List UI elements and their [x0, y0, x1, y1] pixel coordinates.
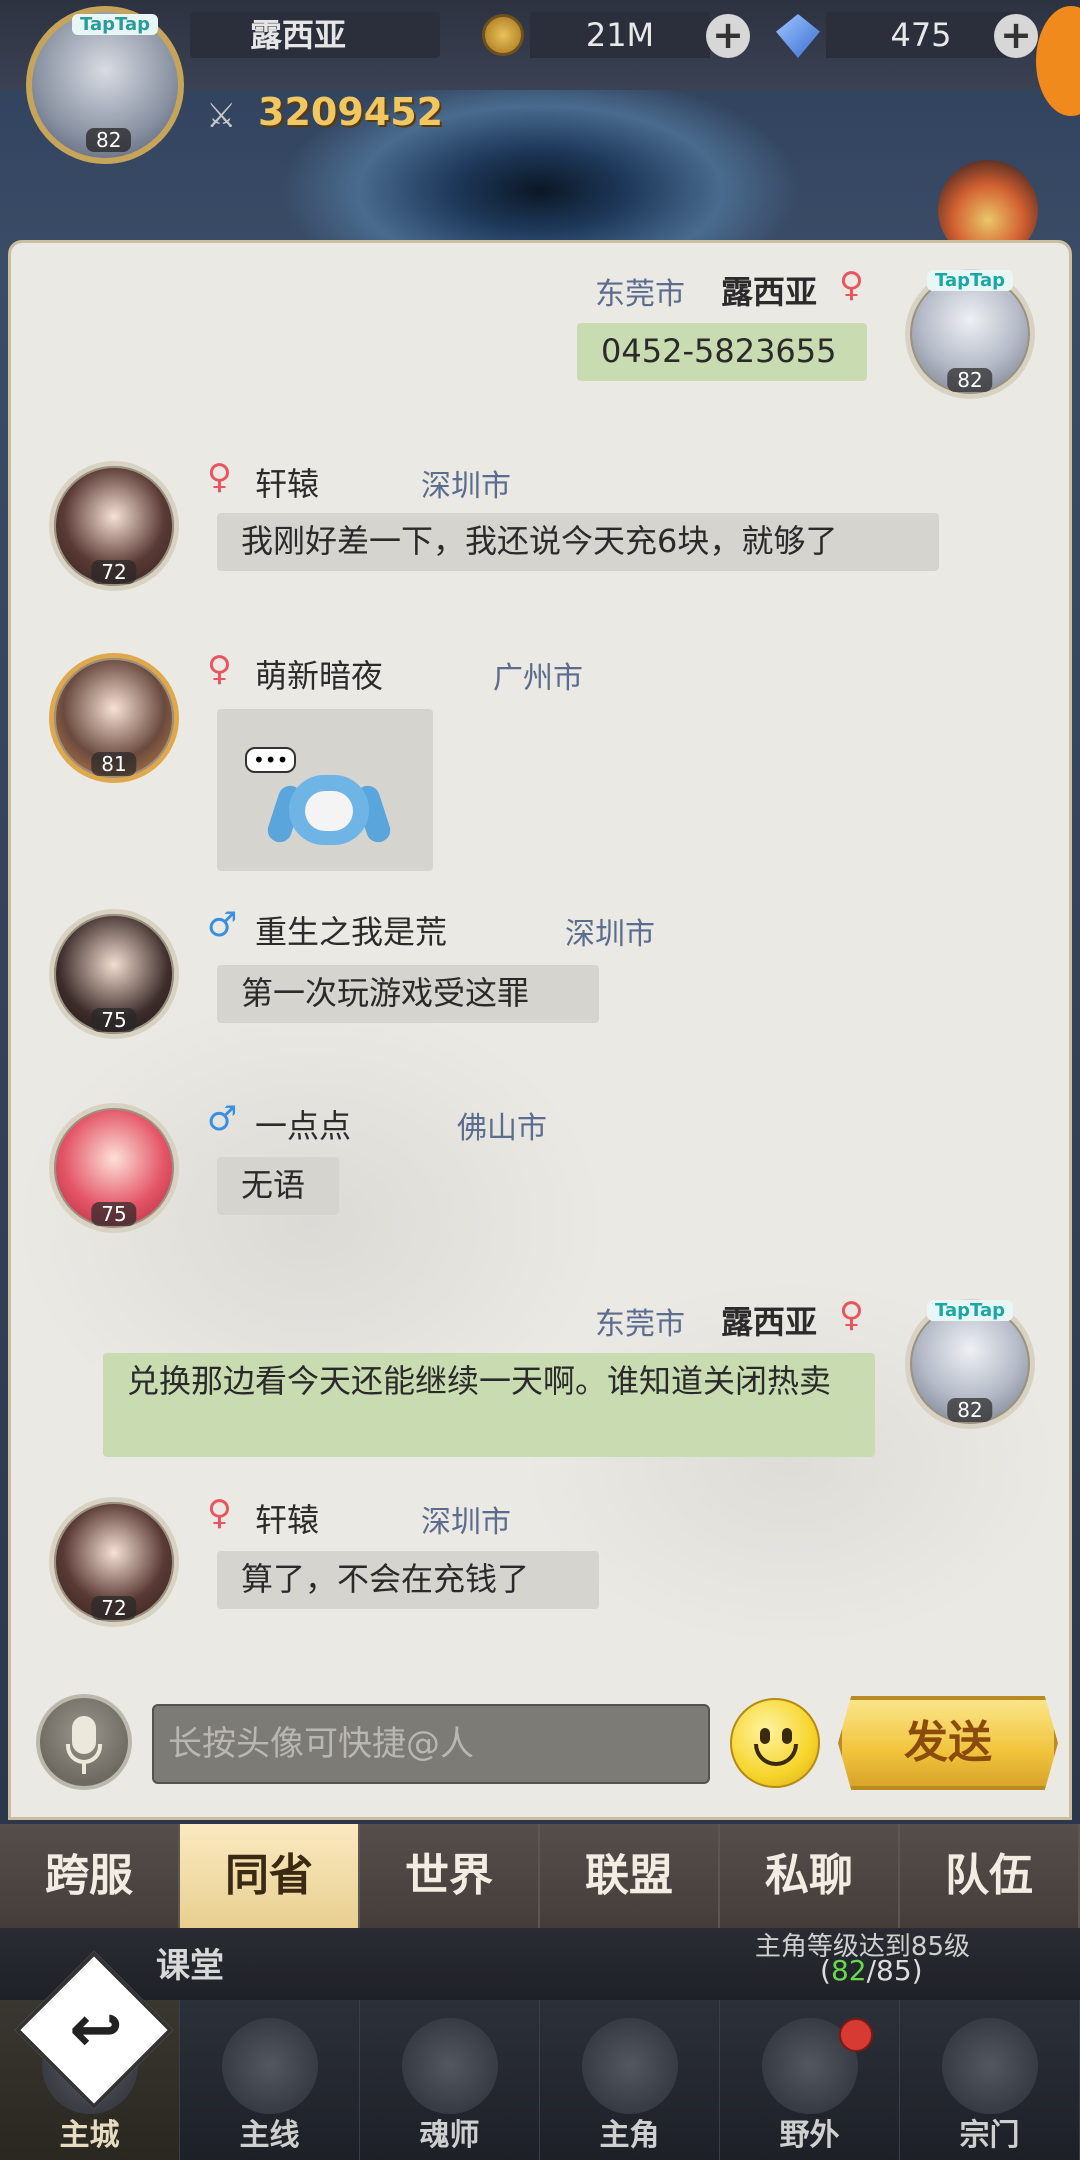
- speech-dots: •••: [245, 747, 297, 773]
- send-button[interactable]: 发送: [838, 1696, 1058, 1790]
- emoji-button[interactable]: [730, 1698, 820, 1788]
- add-diamond-button[interactable]: +: [994, 14, 1038, 58]
- nav-main-quest[interactable]: 主线: [180, 2000, 360, 2160]
- hooded-figure-icon: [581, 2018, 678, 2114]
- taptap-badge: TapTap: [927, 1300, 1013, 1321]
- avatar-level: 75: [91, 1008, 137, 1032]
- female-icon: ♀: [207, 1493, 232, 1533]
- female-icon: ♀: [839, 265, 864, 305]
- add-gold-button[interactable]: +: [706, 14, 750, 58]
- avatar[interactable]: TapTap 82: [905, 1299, 1035, 1429]
- player-level: 82: [86, 128, 132, 152]
- sender-city: 深圳市: [421, 1505, 511, 1540]
- sender-name[interactable]: 露西亚: [721, 267, 817, 313]
- avatar[interactable]: 81: [49, 653, 179, 783]
- quest-current: 82: [830, 1954, 867, 1987]
- sticker-message[interactable]: •••: [217, 709, 433, 871]
- avatar[interactable]: 72: [49, 461, 179, 591]
- female-icon: ♀: [207, 457, 232, 497]
- nav-label: 主线: [239, 2118, 300, 2153]
- nav-label: 野外: [779, 2118, 840, 2153]
- tab-private-chat[interactable]: 私聊: [720, 1824, 900, 1928]
- tab-cross-server[interactable]: 跨服: [0, 1824, 180, 1928]
- player-avatar[interactable]: TapTap 82: [26, 6, 184, 164]
- avatar-level: 81: [91, 752, 137, 776]
- sender-name[interactable]: 重生之我是荒: [255, 907, 447, 953]
- bunny-sticker-icon: •••: [245, 745, 394, 855]
- quest-total: /85): [866, 1954, 923, 1987]
- nav-sect[interactable]: 宗门: [900, 2000, 1080, 2160]
- sender-name[interactable]: 一点点: [255, 1101, 351, 1147]
- taptap-badge: TapTap: [72, 14, 158, 35]
- tab-same-province[interactable]: 同省: [180, 1824, 360, 1928]
- male-icon: ♂: [207, 905, 238, 945]
- female-icon: ♀: [207, 649, 232, 689]
- nav-soul-master[interactable]: 魂师: [360, 2000, 540, 2160]
- sender-name[interactable]: 萌新暗夜: [255, 651, 383, 697]
- nav-wilderness[interactable]: 野外: [720, 2000, 900, 2160]
- sender-name[interactable]: 轩辕: [255, 459, 319, 505]
- tab-alliance[interactable]: 联盟: [540, 1824, 720, 1928]
- channel-tabs: 跨服 同省 世界 联盟 私聊 队伍: [0, 1824, 1080, 1928]
- quest-progress: (82/85): [820, 1954, 923, 1987]
- sender-name[interactable]: 露西亚: [721, 1297, 817, 1343]
- main-quest-icon: [221, 2018, 318, 2114]
- gold-amount: 21M: [530, 12, 710, 58]
- back-arrow-icon: ↩: [69, 1993, 123, 2067]
- sender-name[interactable]: 轩辕: [255, 1495, 319, 1541]
- crossed-swords-icon: ⚔: [206, 96, 237, 136]
- tab-team[interactable]: 队伍: [900, 1824, 1080, 1928]
- combat-power: 3209452: [258, 90, 444, 134]
- voice-mic-button[interactable]: [36, 1694, 132, 1790]
- gold-coin-icon: [482, 14, 524, 56]
- nav-label: 宗门: [959, 2118, 1020, 2153]
- avatar-level: 82: [947, 368, 993, 392]
- player-name: 露西亚: [190, 12, 440, 58]
- message-bubble[interactable]: 算了，不会在充钱了: [217, 1551, 599, 1609]
- sender-city: 佛山市: [457, 1111, 547, 1146]
- classroom-label[interactable]: 课堂: [156, 1938, 224, 1987]
- avatar[interactable]: 75: [49, 1103, 179, 1233]
- message-bubble[interactable]: 我刚好差一下，我还说今天充6块，就够了: [217, 513, 939, 571]
- taptap-badge: TapTap: [927, 270, 1013, 291]
- avatar-level: 75: [91, 1202, 137, 1226]
- chat-message-input[interactable]: [152, 1704, 710, 1784]
- sender-city: 东莞市: [595, 277, 685, 312]
- message-bubble[interactable]: 兑换那边看今天还能继续一天啊。谁知道关闭热卖: [103, 1353, 875, 1457]
- soul-master-icon: [401, 2018, 498, 2114]
- avatar-level: 72: [91, 1596, 137, 1620]
- female-icon: ♀: [839, 1295, 864, 1335]
- sender-city: 深圳市: [421, 469, 511, 504]
- male-icon: ♂: [207, 1099, 238, 1139]
- nav-label: 主角: [599, 2118, 660, 2153]
- message-bubble[interactable]: 第一次玩游戏受这罪: [217, 965, 599, 1023]
- chat-panel: TapTap 82 东莞市 露西亚 ♀ 0452-5823655 72 ♀ 轩辕…: [8, 240, 1072, 1820]
- avatar[interactable]: 75: [49, 909, 179, 1039]
- avatar-level: 72: [91, 560, 137, 584]
- sect-crest-icon: [941, 2018, 1038, 2114]
- smiley-icon: [754, 1744, 798, 1766]
- nav-label: 魂师: [419, 2118, 480, 2153]
- notification-badge: [839, 2018, 873, 2052]
- message-bubble[interactable]: 无语: [217, 1157, 339, 1215]
- tab-world[interactable]: 世界: [360, 1824, 540, 1928]
- sender-city: 东莞市: [595, 1307, 685, 1342]
- sender-city: 广州市: [493, 661, 583, 696]
- avatar[interactable]: TapTap 82: [905, 269, 1035, 399]
- message-bubble[interactable]: 0452-5823655: [577, 323, 867, 381]
- sender-city: 深圳市: [565, 917, 655, 952]
- nav-protagonist[interactable]: 主角: [540, 2000, 720, 2160]
- nav-label: 主城: [59, 2118, 120, 2153]
- avatar[interactable]: 72: [49, 1497, 179, 1627]
- avatar-level: 82: [947, 1398, 993, 1422]
- diamond-amount: 475: [826, 12, 1016, 58]
